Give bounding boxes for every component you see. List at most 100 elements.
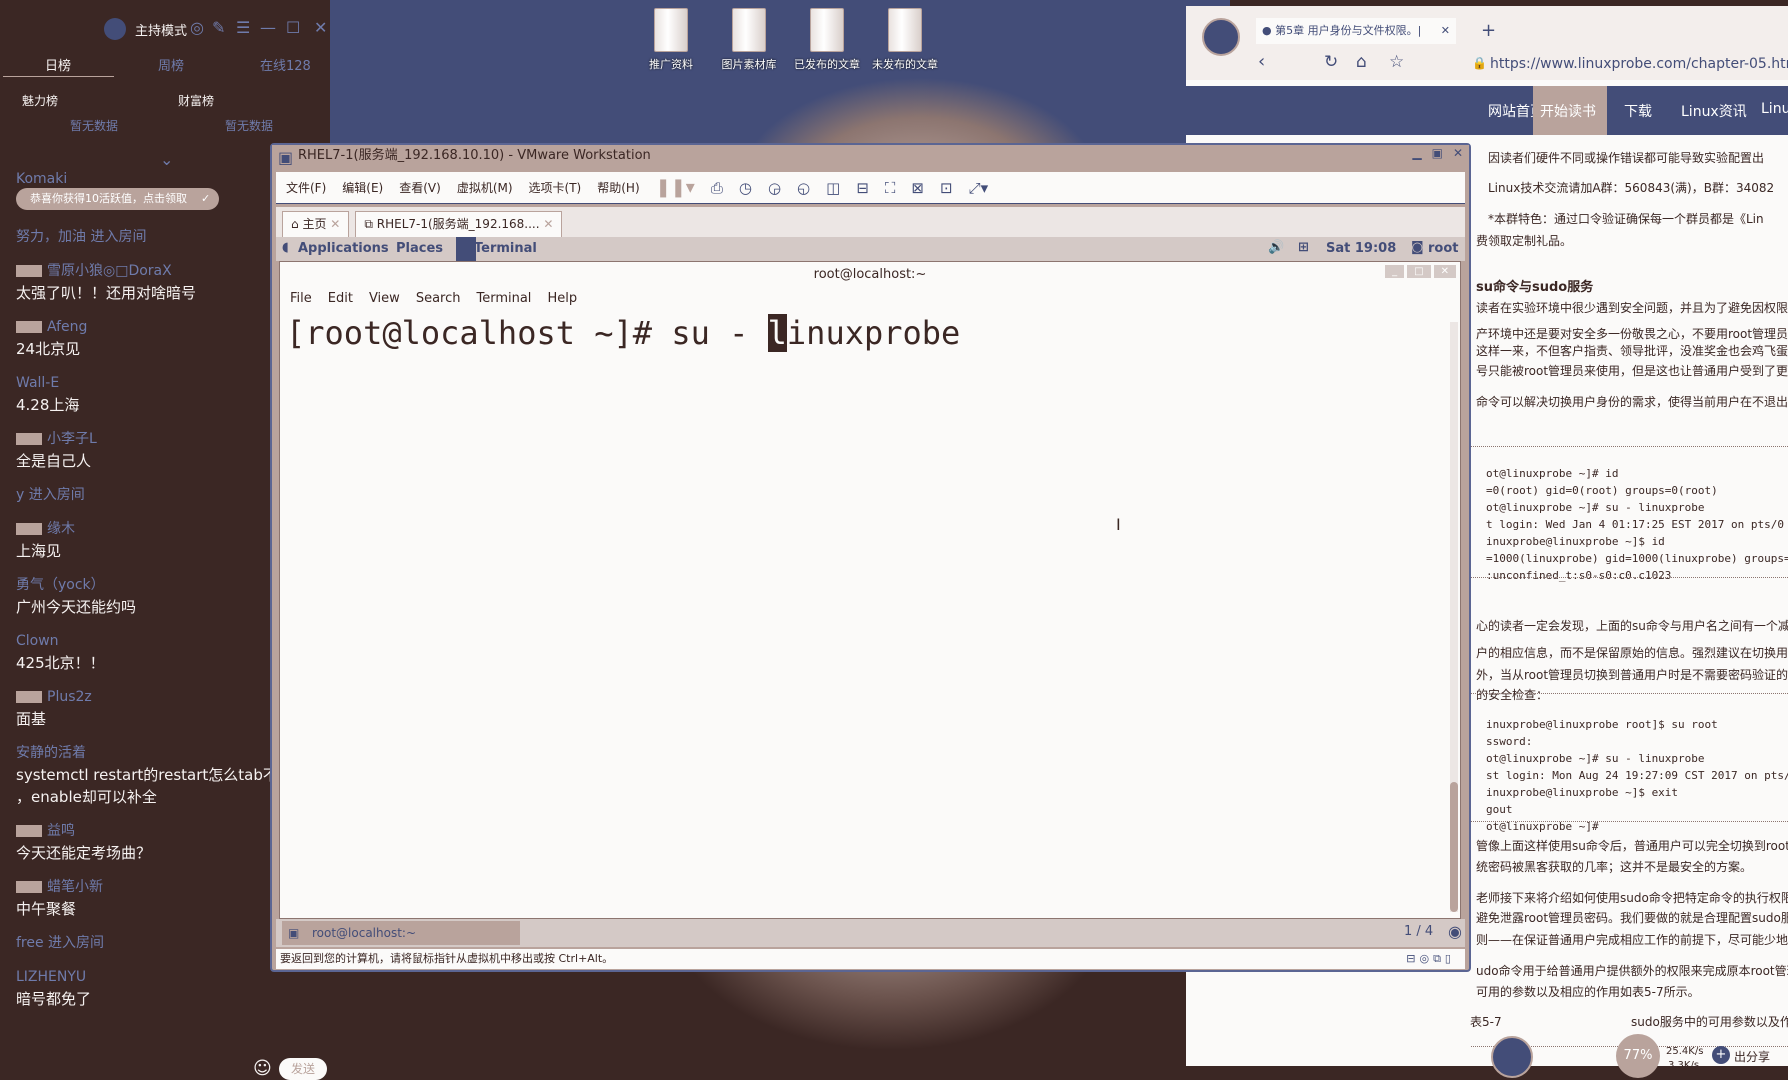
minimize-icon[interactable]: ▁ [1412,146,1421,160]
menu-tabs[interactable]: 选项卡(T) [529,179,582,196]
close-icon[interactable]: ✕ [1433,265,1456,278]
code-line: gout [1486,803,1513,816]
menu-view[interactable]: 查看(V) [399,179,441,196]
close-tab-icon[interactable]: ✕ [330,217,340,231]
stretch-icon[interactable]: ⤢▾ [969,179,989,197]
nav-start-reading[interactable]: 开始读书 [1540,101,1596,121]
tab-rhel7[interactable]: ⧉ RHEL7-1(服务端_192.168.... ✕ [355,211,563,237]
revert-snapshot-icon[interactable]: ◶ [768,179,781,197]
network-icon[interactable]: ⊞ [1298,240,1309,255]
reward-toast[interactable]: 恭喜你获得10活跃值，点击领取 ✓ [16,188,219,210]
terminal-menu-view[interactable]: View [369,288,400,310]
close-icon[interactable]: ✕ [314,18,327,37]
close-tab-icon[interactable]: ✕ [543,217,553,231]
nav-download[interactable]: 下载 [1624,101,1652,121]
tab-daily[interactable]: 日榜 [45,55,71,74]
terminal-command-line[interactable]: [root@localhost ~]# su - linuxprobe [280,314,1460,352]
menu-icon[interactable]: ☰ [236,18,250,37]
new-tab-icon[interactable]: + [1481,20,1496,41]
chat-username[interactable]: 缘木 [16,518,271,540]
tab-online[interactable]: 在线128 [260,55,311,74]
chat-username[interactable]: 蜡笔小新 [16,876,271,898]
fullscreen-icon[interactable]: ⛶ [885,179,896,197]
unity-icon[interactable]: ⊠ [911,179,924,197]
notification-icon[interactable]: ◉ [1448,922,1462,941]
terminal-menu-help[interactable]: Help [547,288,577,310]
thumbnail-icon[interactable]: ⊟ [856,179,869,197]
taskbar-terminal-item[interactable]: ▣ root@localhost:~ [282,921,520,945]
minimize-icon[interactable]: _ [1385,265,1405,278]
terminal-window[interactable]: root@localhost:~ _ □ ✕ File Edit View Sear… [279,261,1461,919]
maximize-icon[interactable]: □ [1407,265,1431,278]
chat-message: 安静的活着 systemctl restart的restart怎么tab不能 ，en… [16,742,271,808]
minimize-icon[interactable]: — [260,18,276,37]
chat-username[interactable]: 雪原小狼◎□DoraX [16,260,271,282]
send-ctrl-alt-del-icon[interactable]: ⎙ [711,179,723,197]
browser-tab[interactable]: ● 第5章 用户身份与文件权限。| ✕ [1256,18,1456,44]
terminal-menu-terminal[interactable]: Terminal [476,288,531,310]
device-icons[interactable]: ⊟◎⧉▯ [1406,949,1455,969]
clock[interactable]: Sat 19:08 [1326,241,1396,256]
share-label[interactable]: 出分享 [1734,1048,1770,1065]
terminal-menu[interactable]: Terminal [474,241,537,256]
snapshot-manager-icon[interactable]: ◵ [797,179,810,197]
menu-file[interactable]: 文件(F) [286,179,326,196]
settings-icon[interactable]: ◎ [190,18,204,37]
profile-avatar[interactable] [1202,18,1240,56]
terminal-menu-search[interactable]: Search [416,288,461,310]
close-icon[interactable]: ✕ [1453,146,1463,160]
menu-vm[interactable]: 虚拟机(M) [457,179,513,196]
chat-username[interactable]: 勇气（yock） [16,574,271,596]
console-icon[interactable]: ⊡ [940,179,953,197]
nav-linux-news[interactable]: Linux资讯 [1681,101,1747,121]
desktop-icon-unpublished[interactable]: 未发布的文章 [866,8,944,72]
volume-icon[interactable]: 🔊 [1268,240,1284,255]
terminal-menu-edit[interactable]: Edit [328,288,353,310]
user-menu[interactable]: root [1428,241,1459,256]
send-button[interactable]: 发送 [279,1058,327,1080]
terminal-scrollbar[interactable] [1450,322,1458,912]
applications-menu[interactable]: Applications [298,241,389,256]
chat-username[interactable]: LIZHENYU [16,966,271,988]
avatar[interactable] [104,18,126,40]
snapshot-icon[interactable]: ◷ [739,179,752,197]
workspace-indicator[interactable]: 1 / 4 [1404,924,1433,939]
maximize-icon[interactable]: ▣ [1432,146,1443,160]
tab-weekly[interactable]: 周榜 [158,55,184,74]
desktop-icon-promo[interactable]: 推广资料 [632,8,710,72]
chevron-down-icon[interactable]: ⌄ [160,150,173,169]
maximize-icon[interactable]: ☐ [286,18,300,37]
chat-text: systemctl restart的restart怎么tab不能 [16,766,271,784]
back-icon[interactable]: ‹ [1258,51,1265,72]
chat-username[interactable]: Plus2z [16,686,271,708]
emoji-icon[interactable]: ☺ [253,1058,272,1079]
places-menu[interactable]: Places [396,241,443,256]
desktop-icon-published[interactable]: 已发布的文章 [788,8,866,72]
close-tab-icon[interactable]: ✕ [1441,18,1450,44]
reload-icon[interactable]: ↻ [1324,52,1338,72]
chat-username[interactable]: 安静的活着 [16,742,271,764]
pause-icon[interactable]: ❚❚▾ [656,177,695,198]
edit-icon[interactable]: ✎ [212,18,225,37]
chat-username[interactable]: Wall-E [16,372,271,394]
chat-message-list[interactable]: Komaki 努力，加油 进入房间 雪原小狼◎□DoraX 太强了叭！！还用对啥暗号 A… [16,168,271,1022]
desktop-icon-images[interactable]: 图片素材库 [710,8,788,72]
chat-username[interactable]: Clown [16,630,271,652]
sidebar-icon[interactable]: ◫ [826,179,840,197]
nav-more[interactable]: Linu [1761,101,1788,117]
level-badge [16,321,42,333]
tab-home[interactable]: ⌂ 主页 ✕ [282,211,350,237]
menu-help[interactable]: 帮助(H) [597,179,639,196]
star-icon[interactable]: ☆ [1389,52,1404,72]
menu-edit[interactable]: 编辑(E) [342,179,383,196]
chat-username[interactable]: 益鸣 [16,820,271,842]
terminal-menu-file[interactable]: File [290,288,312,310]
scrollbar-thumb[interactable] [1450,782,1458,912]
chat-username[interactable]: 小李子L [16,428,271,450]
home-icon[interactable]: ⌂ [1356,52,1367,72]
article-text: 则——在保证普通用户完成相应工作的前提下，尽可能少地赋予额 [1476,933,1788,947]
plus-icon[interactable]: + [1712,1046,1730,1064]
chat-username[interactable]: Afeng [16,316,271,338]
url-bar[interactable]: https://www.linuxprobe.com/chapter-05.ht… [1490,56,1788,72]
chat-username[interactable]: Komaki [16,168,271,190]
